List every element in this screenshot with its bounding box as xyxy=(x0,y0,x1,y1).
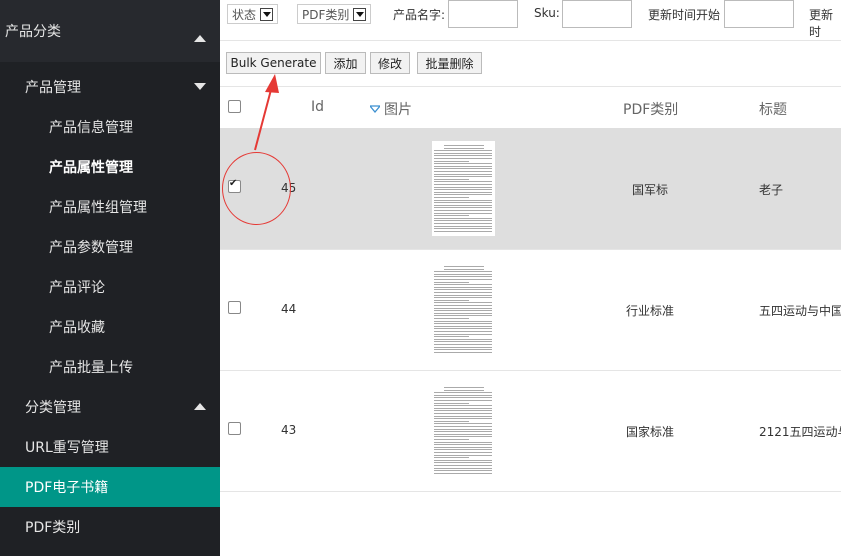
product-name-input[interactable] xyxy=(448,0,518,28)
sidebar-item[interactable]: 产品信息管理 xyxy=(0,107,220,147)
row-title: 2121五四运动与 xyxy=(759,425,841,439)
table-header: Id 图片 PDF类别 标题 xyxy=(220,86,841,128)
pdf-category-select-value: PDF类别 xyxy=(302,7,350,22)
bulk-generate-button[interactable]: Bulk Generate xyxy=(226,52,321,74)
row-title: 老子 xyxy=(759,183,784,197)
caret-up-icon xyxy=(194,35,206,42)
sidebar-item[interactable]: 产品分类 xyxy=(0,0,220,62)
edit-button[interactable]: 修改 xyxy=(370,52,410,74)
caret-up-icon xyxy=(194,403,206,410)
pdf-category-select[interactable]: PDF类别 xyxy=(297,4,372,24)
table-row[interactable]: 45国军标老子 xyxy=(220,128,841,250)
row-pdf-category: 国家标准 xyxy=(625,425,674,439)
sidebar-item-label: 分类管理 xyxy=(25,400,81,416)
sidebar-item[interactable]: 产品管理 xyxy=(0,67,220,107)
update-start-input[interactable] xyxy=(724,0,794,28)
sidebar-item-label: URL重写管理 xyxy=(25,440,109,456)
sidebar-item-label: 产品参数管理 xyxy=(49,240,133,256)
column-header-image-label: 图片 xyxy=(384,102,412,118)
sidebar-item-label: 产品管理 xyxy=(25,80,81,96)
sidebar-item-label: 产品批量上传 xyxy=(49,360,133,376)
sidebar-item[interactable]: 产品评论 xyxy=(0,267,220,307)
status-select[interactable]: 状态 xyxy=(227,4,279,24)
column-header-pdf-category[interactable]: PDF类别 xyxy=(623,99,678,119)
sidebar-item-label: 产品收藏 xyxy=(49,320,105,336)
pdf-thumbnail-image xyxy=(432,262,495,357)
pdf-thumbnail-image xyxy=(432,383,495,478)
sidebar-item-label: 产品评论 xyxy=(49,280,105,296)
add-button[interactable]: 添加 xyxy=(325,52,366,74)
sidebar-item[interactable]: PDF电子书籍 xyxy=(0,467,220,507)
sidebar-item-label: PDF电子书籍 xyxy=(25,480,109,496)
chevron-down-icon xyxy=(353,7,367,21)
row-title: 五四运动与中国 xyxy=(759,304,841,318)
sidebar-item[interactable]: 产品属性组管理 xyxy=(0,187,220,227)
column-header-image[interactable]: 图片 xyxy=(370,99,412,119)
sidebar-item[interactable]: PDF类别 xyxy=(0,507,220,547)
sidebar-item[interactable]: 产品批量上传 xyxy=(0,347,220,387)
sidebar-item[interactable]: 产品收藏 xyxy=(0,307,220,347)
sku-label: Sku: xyxy=(534,6,560,20)
sidebar-item[interactable]: URL重写管理 xyxy=(0,427,220,467)
row-checkbox[interactable] xyxy=(228,422,241,435)
sidebar-item-label: 产品属性组管理 xyxy=(49,200,147,216)
sidebar-item[interactable]: 产品参数管理 xyxy=(0,227,220,267)
annotation-circle xyxy=(222,152,291,225)
table-row[interactable]: 43 国家标准 2121五四运动与 xyxy=(220,370,841,492)
column-header-title[interactable]: 标题 xyxy=(759,99,787,119)
product-name-label: 产品名字: xyxy=(393,8,446,22)
filter-bar: 状态 PDF类别 产品名字: Sku: 更新时间开始 更新时 xyxy=(220,0,841,41)
sku-input[interactable] xyxy=(562,0,632,28)
sort-down-icon xyxy=(370,105,380,113)
select-all-checkbox[interactable] xyxy=(228,100,241,113)
pdf-thumbnail-image xyxy=(432,141,495,236)
sidebar-item[interactable]: 产品属性管理 xyxy=(0,147,220,187)
sidebar: 产品分类产品管理产品信息管理 产品属性管理 产品属性组管理 产品参数管理 产品评论产品收… xyxy=(0,0,220,556)
sidebar-item-label: 产品属性管理 xyxy=(49,160,133,176)
row-pdf-category: 行业标准 xyxy=(625,304,674,318)
row-pdf-category: 国军标 xyxy=(631,183,668,197)
status-select-value: 状态 xyxy=(232,7,257,22)
sidebar-item-label: 产品分类 xyxy=(5,24,61,40)
sidebar-item[interactable]: 分类管理 xyxy=(0,387,220,427)
column-header-id[interactable]: Id xyxy=(311,99,324,115)
update-end-label: 更新时 xyxy=(809,8,834,39)
row-id: 44 xyxy=(281,302,297,316)
row-checkbox[interactable] xyxy=(228,301,241,314)
update-start-label: 更新时间开始 xyxy=(648,8,721,22)
sidebar-item-label: PDF类别 xyxy=(25,520,81,536)
sidebar-item-label: 产品信息管理 xyxy=(49,120,133,136)
caret-down-icon xyxy=(194,83,206,90)
row-id: 43 xyxy=(281,423,297,437)
chevron-down-icon xyxy=(260,7,274,21)
bulk-delete-button[interactable]: 批量删除 xyxy=(417,52,482,74)
table-row[interactable]: 44 行业标准 五四运动与中国 xyxy=(220,249,841,371)
